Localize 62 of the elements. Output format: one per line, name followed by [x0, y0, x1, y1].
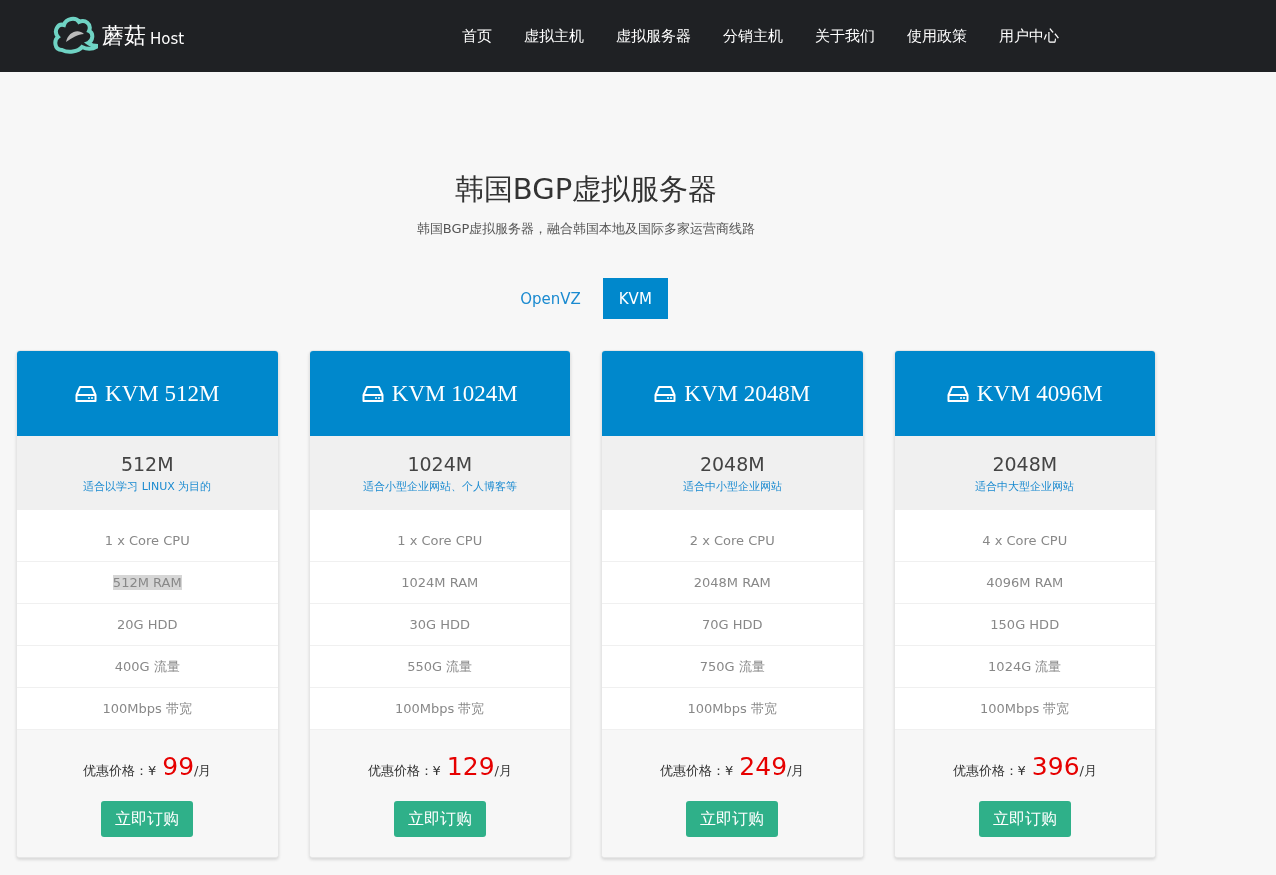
hard-drive-icon: [654, 384, 677, 403]
plan-size: 2048M: [992, 452, 1058, 475]
nav-link[interactable]: 分销主机: [707, 26, 799, 46]
plan-feature: 750G 流量: [699, 657, 765, 676]
plan-feature: 100Mbps 带宽: [980, 699, 1070, 718]
plan-tagline: 适合中大型企业网站: [975, 478, 1075, 494]
price-unit: /月: [494, 763, 512, 780]
tab[interactable]: KVM: [602, 278, 668, 319]
brand-name: 蘑菇: [102, 22, 146, 50]
plan-feature: 400G 流量: [114, 657, 180, 676]
plan-title: KVM 1024M: [391, 380, 518, 407]
price-label: 优惠价格：¥: [952, 762, 1026, 780]
price-amount: 99: [162, 752, 195, 781]
plan-tagline: 适合中小型企业网站: [682, 478, 782, 494]
hard-drive-icon: [75, 384, 98, 403]
plan-feature: 70G HDD: [701, 617, 763, 632]
plan-feature: 30G HDD: [409, 617, 470, 632]
price-amount: 249: [739, 752, 788, 781]
price-label: 优惠价格：¥: [83, 762, 157, 780]
plan-feature: 2048M RAM: [693, 575, 771, 590]
plan-feature: 512M RAM: [112, 575, 182, 590]
page-subheading: 韩国BGP虚拟服务器，融合韩国本地及国际多家运营商线路: [415, 220, 757, 238]
plan-size: 2048M: [699, 452, 765, 475]
nav-link[interactable]: 首页: [446, 26, 508, 46]
plan-tagline: 适合以学习 LINUX 为目的: [83, 478, 212, 494]
plan-feature: 100Mbps 带宽: [687, 699, 777, 718]
plan-title: KVM 2048M: [684, 380, 811, 407]
plan-feature: 1 x Core CPU: [397, 533, 483, 548]
nav-link[interactable]: 使用政策: [891, 26, 983, 46]
plan-feature: 4 x Core CPU: [982, 533, 1068, 548]
plan-feature: 1024M RAM: [401, 575, 479, 590]
hard-drive-icon: [361, 384, 384, 403]
plan-feature: 1024G 流量: [988, 657, 1062, 676]
hard-drive-icon: [946, 384, 969, 403]
nav-link[interactable]: 关于我们: [799, 26, 891, 46]
price-unit: /月: [1079, 763, 1097, 780]
tab[interactable]: OpenVZ: [504, 278, 597, 319]
plan-title: KVM 512M: [105, 380, 220, 407]
nav-link[interactable]: 虚拟主机: [508, 26, 600, 46]
plan-feature: 550G 流量: [407, 657, 473, 676]
plan-feature: 4096M RAM: [986, 575, 1064, 590]
nav-link[interactable]: 用户中心: [983, 26, 1075, 46]
plan-feature: 20G HDD: [116, 617, 178, 632]
price-label: 优惠价格：¥: [367, 762, 441, 780]
price-unit: /月: [194, 763, 212, 780]
page-heading: 韩国BGP虚拟服务器: [453, 172, 719, 206]
plan-feature: 150G HDD: [990, 617, 1060, 632]
price-amount: 129: [446, 752, 495, 781]
price-unit: /月: [787, 763, 805, 780]
price-amount: 396: [1031, 752, 1080, 781]
plan-title: KVM 4096M: [976, 380, 1103, 407]
cloud-logo-icon: [52, 16, 98, 56]
plan-size: 1024M: [407, 452, 473, 475]
price-label: 优惠价格：¥: [660, 762, 734, 780]
plan-tagline: 适合小型企业网站、个人博客等: [362, 478, 517, 494]
nav-link[interactable]: 虚拟服务器: [600, 26, 707, 46]
plan-feature: 100Mbps 带宽: [395, 699, 485, 718]
plan-feature: 1 x Core CPU: [104, 533, 190, 548]
brand-suffix: Host: [150, 30, 185, 48]
plan-feature: 2 x Core CPU: [689, 533, 775, 548]
plan-feature: 100Mbps 带宽: [102, 699, 192, 718]
plan-size: 512M: [120, 452, 174, 475]
